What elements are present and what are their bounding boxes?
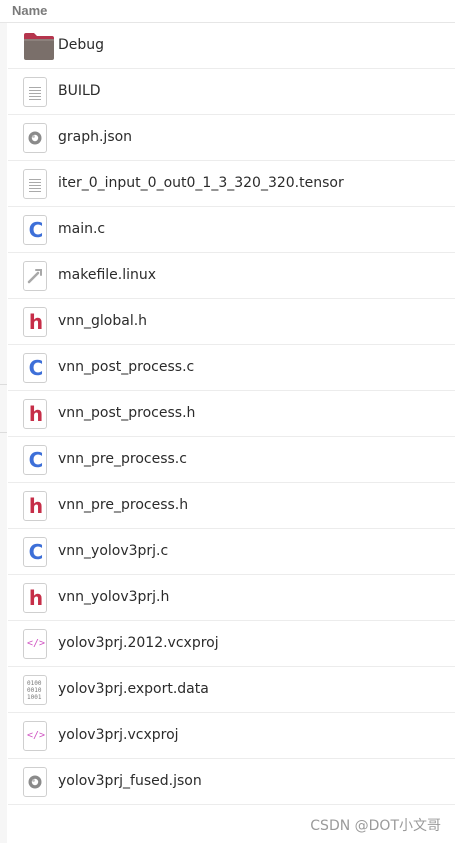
side-panel-edge — [0, 0, 7, 843]
file-row-vnn-yolov3prj-h[interactable]: h vnn_yolov3prj.h — [8, 575, 455, 621]
file-name: vnn_yolov3prj.h — [58, 589, 170, 605]
file-row-graph-json[interactable]: graph.json — [8, 115, 455, 161]
file-list: Debug BUILD graph.json iter_0_input_0_ou… — [8, 23, 455, 805]
c-header-icon: h — [23, 491, 49, 521]
file-row-vnn-post-process-h[interactable]: h vnn_post_process.h — [8, 391, 455, 437]
c-header-icon: h — [23, 399, 49, 429]
file-row-tensor[interactable]: iter_0_input_0_out0_1_3_320_320.tensor — [8, 161, 455, 207]
file-name: iter_0_input_0_out0_1_3_320_320.tensor — [58, 175, 344, 191]
file-name: main.c — [58, 221, 106, 237]
c-source-icon: C — [23, 445, 49, 475]
file-name: vnn_post_process.c — [58, 359, 195, 375]
file-name: vnn_pre_process.h — [58, 497, 189, 513]
file-row-vnn-post-process-c[interactable]: C vnn_post_process.c — [8, 345, 455, 391]
json-file-icon — [23, 767, 49, 797]
file-name: vnn_yolov3prj.c — [58, 543, 169, 559]
side-panel-divider — [0, 384, 7, 385]
file-row-vnn-global-h[interactable]: h vnn_global.h — [8, 299, 455, 345]
makefile-icon — [23, 261, 49, 291]
folder-icon — [23, 31, 54, 61]
file-name: BUILD — [58, 83, 101, 99]
text-file-icon — [23, 77, 49, 107]
file-row-vnn-yolov3prj-c[interactable]: C vnn_yolov3prj.c — [8, 529, 455, 575]
file-name: yolov3prj.2012.vcxproj — [58, 635, 219, 651]
file-name: yolov3prj_fused.json — [58, 773, 202, 789]
name-column-label[interactable]: Name — [12, 3, 47, 18]
side-panel-divider — [0, 432, 7, 433]
file-row-yolov3prj-2012-vcxproj[interactable]: </> yolov3prj.2012.vcxproj — [8, 621, 455, 667]
file-row-build[interactable]: BUILD — [8, 69, 455, 115]
file-row-yolov3prj-vcxproj[interactable]: </> yolov3prj.vcxproj — [8, 713, 455, 759]
file-name: makefile.linux — [58, 267, 157, 283]
file-row-makefile[interactable]: makefile.linux — [8, 253, 455, 299]
watermark: CSDN @DOT小文哥 — [310, 818, 441, 834]
json-file-icon — [23, 123, 49, 153]
file-row-yolov3prj-fused-json[interactable]: yolov3prj_fused.json — [8, 759, 455, 805]
file-row-debug[interactable]: Debug — [8, 23, 455, 69]
file-name: yolov3prj.export.data — [58, 681, 209, 697]
file-name: Debug — [58, 37, 105, 53]
column-header[interactable]: Name — [0, 0, 455, 23]
file-name: vnn_post_process.h — [58, 405, 196, 421]
text-file-icon — [23, 169, 49, 199]
c-source-icon: C — [23, 215, 49, 245]
file-row-vnn-pre-process-c[interactable]: C vnn_pre_process.c — [8, 437, 455, 483]
c-header-icon: h — [23, 307, 49, 337]
file-name: vnn_pre_process.c — [58, 451, 187, 467]
xml-file-icon: </> — [23, 629, 49, 659]
c-source-icon: C — [23, 353, 49, 383]
file-row-yolov3prj-export-data[interactable]: 0100 0010 1001 yolov3prj.export.data — [8, 667, 455, 713]
c-source-icon: C — [23, 537, 49, 567]
c-header-icon: h — [23, 583, 49, 613]
file-name: graph.json — [58, 129, 133, 145]
file-name: vnn_global.h — [58, 313, 148, 329]
file-row-main-c[interactable]: C main.c — [8, 207, 455, 253]
binary-file-icon: 0100 0010 1001 — [23, 675, 49, 705]
xml-file-icon: </> — [23, 721, 49, 751]
file-name: yolov3prj.vcxproj — [58, 727, 179, 743]
file-row-vnn-pre-process-h[interactable]: h vnn_pre_process.h — [8, 483, 455, 529]
